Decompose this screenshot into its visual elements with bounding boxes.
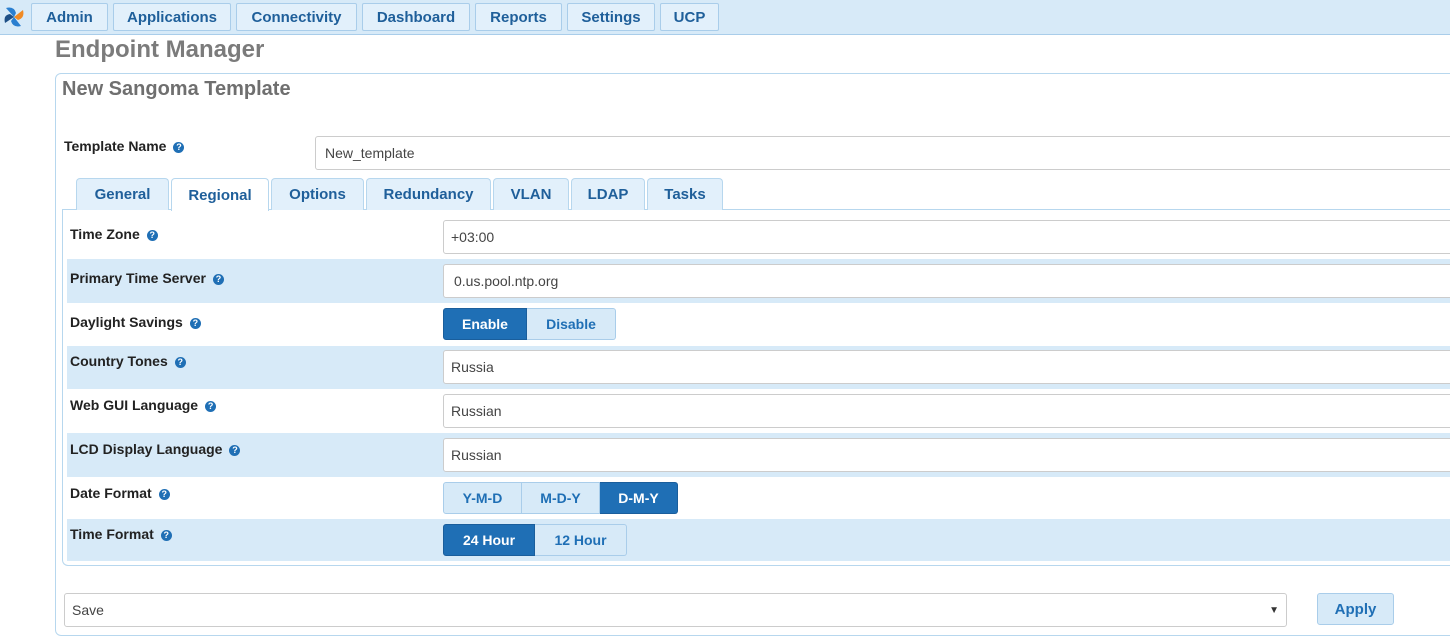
help-icon[interactable]: ? — [160, 530, 172, 541]
template-name-label: Template Name — [64, 138, 167, 154]
help-icon[interactable]: ? — [189, 318, 201, 329]
date-format-dmy-button[interactable]: D-M-Y — [600, 482, 678, 514]
nav-connectivity[interactable]: Connectivity — [236, 3, 357, 31]
time-format-toggle: 24 Hour 12 Hour — [443, 524, 627, 556]
tab-options[interactable]: Options — [271, 178, 364, 210]
time-format-label-group: Time Format? — [70, 526, 172, 542]
lcd-display-language-row: LCD Display Language? Russian — [67, 433, 1450, 477]
nav-dashboard[interactable]: Dashboard — [362, 3, 470, 31]
help-icon[interactable]: ? — [146, 230, 158, 241]
template-name-label-group: Template Name? — [64, 138, 185, 156]
time-format-24h-button[interactable]: 24 Hour — [443, 524, 535, 556]
template-name-input[interactable] — [315, 136, 1450, 170]
tab-regional[interactable]: Regional — [171, 178, 269, 211]
primary-time-server-label: Primary Time Server — [70, 270, 206, 286]
time-format-label: Time Format — [70, 526, 154, 542]
tab-redundancy[interactable]: Redundancy — [366, 178, 491, 210]
caret-down-icon: ▼ — [1269, 604, 1279, 616]
action-select-value: Save — [72, 602, 104, 618]
daylight-savings-label-group: Daylight Savings? — [70, 314, 201, 330]
app-logo[interactable] — [2, 5, 26, 29]
lcd-display-language-label-group: LCD Display Language? — [70, 441, 241, 457]
date-format-toggle: Y-M-D M-D-Y D-M-Y — [443, 482, 678, 514]
action-select[interactable]: Save ▼ — [64, 593, 1287, 627]
time-zone-row: Time Zone? +03:00 — [67, 215, 1450, 259]
daylight-enable-button[interactable]: Enable — [443, 308, 527, 340]
lcd-display-language-label: LCD Display Language — [70, 441, 223, 457]
nav-admin[interactable]: Admin — [31, 3, 108, 31]
time-zone-label-group: Time Zone? — [70, 226, 158, 242]
daylight-savings-toggle: Enable Disable — [443, 308, 616, 340]
help-icon[interactable]: ? — [158, 489, 170, 500]
lcd-display-language-select[interactable]: Russian — [443, 438, 1450, 472]
country-tones-label: Country Tones — [70, 353, 168, 369]
tab-general[interactable]: General — [76, 178, 169, 210]
country-tones-select[interactable]: Russia — [443, 350, 1450, 384]
nav-settings[interactable]: Settings — [567, 3, 655, 31]
tab-ldap[interactable]: LDAP — [571, 178, 645, 210]
help-icon[interactable]: ? — [173, 142, 185, 153]
help-icon[interactable]: ? — [174, 357, 186, 368]
help-icon[interactable]: ? — [205, 401, 217, 412]
page-title: Endpoint Manager — [55, 36, 265, 63]
country-tones-row: Country Tones? Russia — [67, 346, 1450, 389]
date-format-row: Date Format? Y-M-D M-D-Y D-M-Y — [67, 477, 1450, 519]
web-gui-language-select[interactable]: Russian — [443, 394, 1450, 428]
date-format-ymd-button[interactable]: Y-M-D — [443, 482, 522, 514]
nav-ucp[interactable]: UCP — [660, 3, 719, 31]
tab-vlan[interactable]: VLAN — [493, 178, 569, 210]
date-format-mdy-button[interactable]: M-D-Y — [522, 482, 600, 514]
time-zone-field[interactable]: +03:00 — [443, 220, 1450, 254]
tab-tasks[interactable]: Tasks — [647, 178, 723, 210]
daylight-savings-label: Daylight Savings — [70, 314, 183, 330]
help-icon[interactable]: ? — [212, 274, 224, 285]
date-format-label: Date Format — [70, 485, 152, 501]
apply-button[interactable]: Apply — [1317, 593, 1394, 625]
web-gui-language-label-group: Web GUI Language? — [70, 397, 217, 413]
primary-time-server-input[interactable]: 0.us.pool.ntp.org — [443, 264, 1450, 298]
primary-time-server-label-group: Primary Time Server? — [70, 270, 224, 286]
date-format-label-group: Date Format? — [70, 485, 170, 501]
web-gui-language-row: Web GUI Language? Russian — [67, 389, 1450, 433]
primary-time-server-row: Primary Time Server? 0.us.pool.ntp.org — [67, 259, 1450, 303]
country-tones-label-group: Country Tones? — [70, 353, 186, 369]
panel-title: New Sangoma Template — [62, 78, 291, 100]
web-gui-language-label: Web GUI Language — [70, 397, 199, 413]
help-icon[interactable]: ? — [229, 445, 241, 456]
top-navbar: Admin Applications Connectivity Dashboar… — [0, 0, 1450, 35]
daylight-disable-button[interactable]: Disable — [527, 308, 616, 340]
nav-applications[interactable]: Applications — [113, 3, 231, 31]
nav-reports[interactable]: Reports — [475, 3, 562, 31]
time-format-12h-button[interactable]: 12 Hour — [535, 524, 627, 556]
time-zone-label: Time Zone — [70, 226, 140, 242]
daylight-savings-row: Daylight Savings? Enable Disable — [67, 303, 1450, 346]
time-format-row: Time Format? 24 Hour 12 Hour — [67, 519, 1450, 561]
